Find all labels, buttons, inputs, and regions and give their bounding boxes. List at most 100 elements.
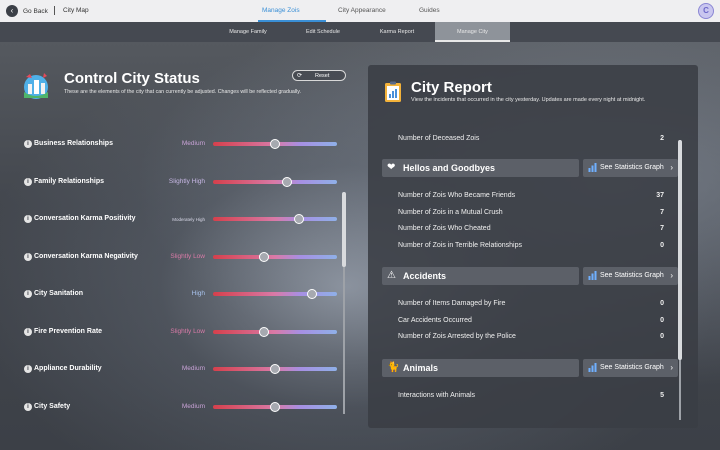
slider-knob[interactable] xyxy=(258,252,269,262)
slider-row: i City Safety Medium xyxy=(0,401,345,415)
slider-label: Conversation Karma Negativity xyxy=(34,253,138,260)
bar-chart-icon xyxy=(588,271,597,280)
see-statistics-graph-button[interactable]: See Statistics Graph › xyxy=(583,359,678,377)
stat-value: 0 xyxy=(660,316,664,324)
slider-row: i Business Relationships Medium xyxy=(0,138,345,152)
see-statistics-graph-button[interactable]: See Statistics Graph › xyxy=(583,159,678,177)
stat-label: Number of Zois Arrested by the Police xyxy=(398,333,516,341)
stat-row: Number of Zois Arrested by the Police 0 xyxy=(398,333,664,345)
reset-button[interactable]: ⟳ Reset xyxy=(292,70,346,81)
city-report-panel: City Report View the incidents that occu… xyxy=(368,65,698,428)
slider-knob[interactable] xyxy=(258,327,269,337)
slider-track[interactable] xyxy=(213,289,337,299)
info-icon[interactable]: i xyxy=(24,328,32,336)
slider-label: Conversation Karma Positivity xyxy=(34,215,136,222)
section-title: Hellos and Goodbyes xyxy=(403,163,496,173)
cat-icon: 🐈 xyxy=(387,362,400,373)
section-header: ❤ Hellos and Goodbyes xyxy=(382,159,579,177)
slider-level-text: Moderately High xyxy=(172,217,205,222)
stat-value: 0 xyxy=(660,300,664,307)
info-icon[interactable]: i xyxy=(24,140,32,148)
accident-icon: ⚠ xyxy=(387,270,396,281)
slider-row: i Family Relationships Slightly High xyxy=(0,176,345,190)
slider-track[interactable] xyxy=(213,214,337,224)
chevron-right-icon: › xyxy=(670,163,673,172)
slider-label: Fire Prevention Rate xyxy=(34,328,103,335)
slider-label: Business Relationships xyxy=(34,140,113,147)
stat-value: 7 xyxy=(660,208,664,216)
tab-manage-family[interactable]: Manage Family xyxy=(212,22,284,42)
avatar[interactable]: C xyxy=(698,3,714,19)
slider-track[interactable] xyxy=(213,177,337,187)
info-icon[interactable]: i xyxy=(24,253,32,261)
chevron-right-icon: › xyxy=(670,271,673,280)
slider-knob[interactable] xyxy=(270,364,280,374)
stat-label: Number of Items Damaged by Fire xyxy=(398,300,506,307)
slider-knob[interactable] xyxy=(307,289,318,299)
see-statistics-graph-button[interactable]: See Statistics Graph › xyxy=(583,267,678,285)
stat-label: Number of Zois in Terrible Relationships xyxy=(398,242,522,250)
top-navigation-bar: ‹ Go Back City Map Manage Zois City Appe… xyxy=(0,0,720,22)
report-title: City Report xyxy=(411,79,492,96)
bar-chart-icon xyxy=(588,163,597,172)
slider-level-text: Slightly High xyxy=(168,178,205,185)
stat-row: Number of Zois in a Mutual Crush 7 xyxy=(398,209,664,221)
slider-knob[interactable] xyxy=(282,177,293,187)
info-icon[interactable]: i xyxy=(24,178,32,186)
stat-value: 0 xyxy=(660,242,664,250)
stat-row: Number of Zois Who Became Friends 37 xyxy=(398,192,664,204)
slider-knob[interactable] xyxy=(270,402,280,412)
sub-navigation-bar: Manage Family Edit Schedule Karma Report… xyxy=(0,22,720,42)
stat-value: 0 xyxy=(660,333,664,341)
section-title: Accidents xyxy=(403,271,447,281)
go-back-button[interactable]: ‹ Go Back xyxy=(6,4,48,18)
tab-guides[interactable]: Guides xyxy=(419,7,440,14)
stat-label: Number of Zois in a Mutual Crush xyxy=(398,208,503,216)
reset-label: Reset xyxy=(315,73,330,79)
tab-city-appearance[interactable]: City Appearance xyxy=(338,7,386,14)
info-icon[interactable]: i xyxy=(24,403,32,411)
slider-knob[interactable] xyxy=(293,214,304,224)
stat-value: 37 xyxy=(656,192,664,199)
slider-level-text: Medium xyxy=(181,403,205,410)
tab-edit-schedule[interactable]: Edit Schedule xyxy=(288,22,358,42)
slider-level-text: Medium xyxy=(181,140,205,147)
tab-karma-report[interactable]: Karma Report xyxy=(362,22,432,42)
slider-row: i Conversation Karma Negativity Slightly L… xyxy=(0,251,345,265)
slider-track[interactable] xyxy=(213,402,337,412)
info-icon[interactable]: i xyxy=(24,365,32,373)
info-icon[interactable]: i xyxy=(24,290,32,298)
deceased-row: Number of Deceased Zois 2 xyxy=(398,135,664,147)
slider-level-text: Slightly Low xyxy=(170,328,205,335)
slider-knob[interactable] xyxy=(270,139,280,149)
info-icon[interactable]: i xyxy=(24,215,32,223)
slider-level-text: Medium xyxy=(181,365,205,372)
slider-track[interactable] xyxy=(213,252,337,262)
section-title: Animals xyxy=(403,363,439,373)
stat-row: Number of Zois in Terrible Relationships… xyxy=(398,242,664,254)
stat-label: Interactions with Animals xyxy=(398,392,476,399)
left-scrollbar-thumb[interactable] xyxy=(342,192,346,267)
slider-label: City Sanitation xyxy=(34,290,84,297)
tab-manage-zois[interactable]: Manage Zois xyxy=(262,7,300,14)
slider-label: City Safety xyxy=(34,403,71,410)
right-scrollbar-thumb[interactable] xyxy=(678,140,682,360)
see-statistics-label: See Statistics Graph xyxy=(600,272,664,279)
slider-track[interactable] xyxy=(213,327,337,337)
slider-row: i City Sanitation High xyxy=(0,288,345,302)
slider-level-text: High xyxy=(191,290,205,297)
slider-level-text: Slightly Low xyxy=(170,253,205,260)
city-map-link[interactable]: City Map xyxy=(63,7,89,14)
slider-track[interactable] xyxy=(213,139,337,149)
section-header: ⚠ Accidents xyxy=(382,267,579,285)
reset-icon: ⟳ xyxy=(297,73,303,79)
stat-row: Car Accidents Occurred 0 xyxy=(398,317,664,329)
chevron-right-icon: › xyxy=(670,363,673,372)
city-status-logo xyxy=(24,73,48,99)
slider-track[interactable] xyxy=(213,364,337,374)
stat-label: Number of Zois Who Cheated xyxy=(398,225,491,233)
slider-row: i Fire Prevention Rate Slightly Low xyxy=(0,326,345,340)
see-statistics-label: See Statistics Graph xyxy=(600,364,664,371)
see-statistics-label: See Statistics Graph xyxy=(600,164,664,171)
tab-manage-city[interactable]: Manage City xyxy=(435,22,510,42)
